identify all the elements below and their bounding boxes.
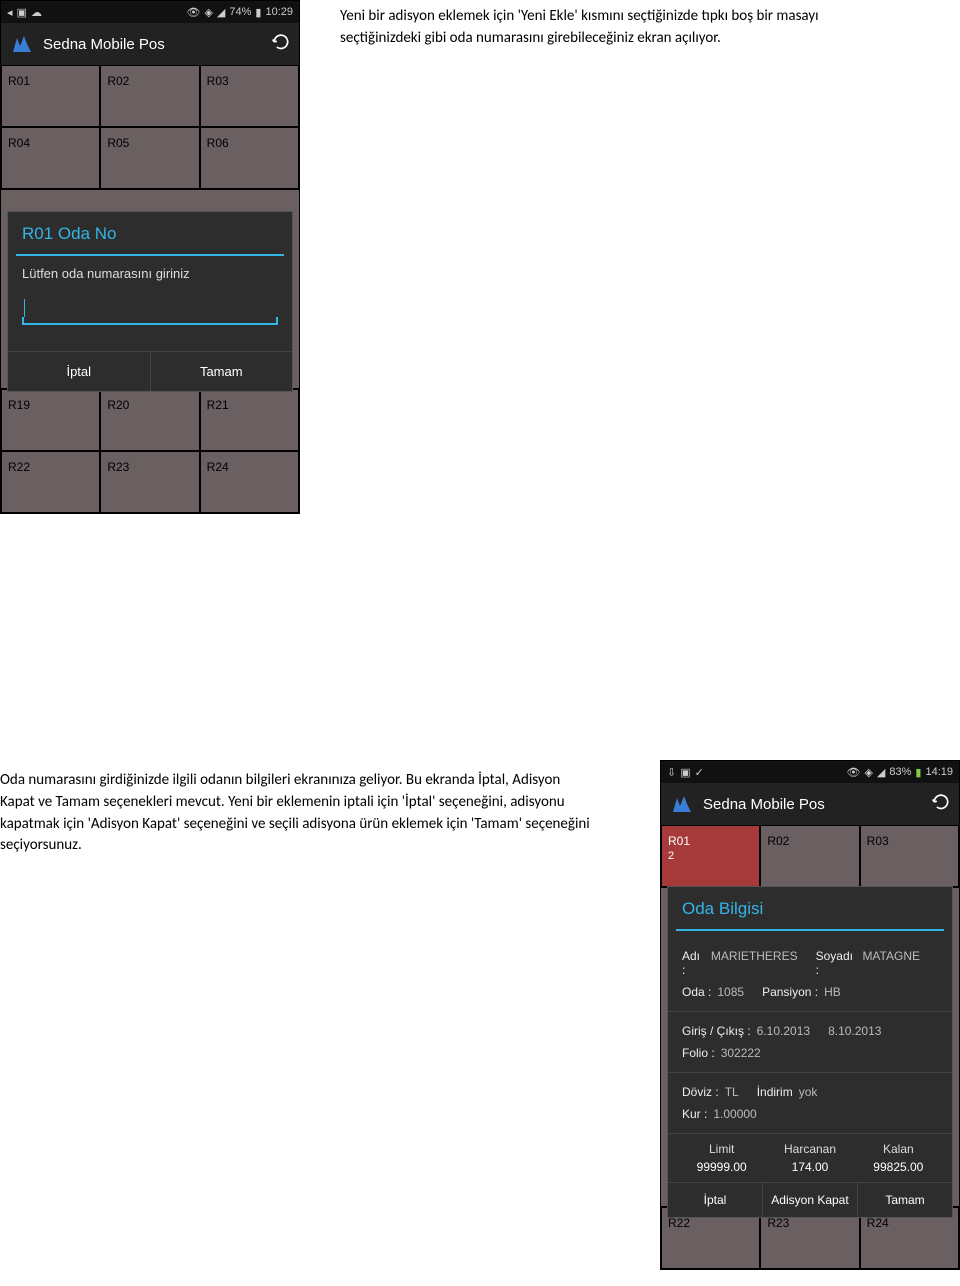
remain-label: Kalan bbox=[873, 1142, 923, 1156]
limit-label: Limit bbox=[697, 1142, 747, 1156]
eye-icon: 👁 bbox=[846, 766, 860, 779]
folio-value: 302222 bbox=[721, 1046, 761, 1060]
name-value: MARIETHERES bbox=[711, 949, 798, 977]
board-value: HB bbox=[824, 985, 841, 999]
folio-label: Folio : bbox=[682, 1046, 715, 1060]
rate-value: 1.00000 bbox=[713, 1107, 756, 1121]
screenshot-oda-bilgisi: ⇩ ▣ ✓ 👁 ◈ ◢ 83% ▮ 14:19 Sedna Mobile Pos… bbox=[660, 760, 960, 1270]
surname-label: Soyadı : bbox=[816, 949, 857, 977]
signal-icon: ◢ bbox=[217, 6, 225, 19]
remain-value: 99825.00 bbox=[873, 1160, 923, 1174]
dialog-divider bbox=[676, 929, 944, 931]
signal-icon: ◢ bbox=[877, 766, 885, 779]
room-count: 2 bbox=[668, 850, 674, 862]
room-cell[interactable]: R22 bbox=[2, 452, 99, 512]
room-cell[interactable]: R02 bbox=[761, 826, 858, 886]
app-header: Sedna Mobile Pos bbox=[661, 783, 959, 825]
battery-percent: 83% bbox=[889, 766, 911, 778]
oda-no-input[interactable] bbox=[22, 299, 278, 325]
room-value: 1085 bbox=[717, 985, 744, 999]
app-logo-icon bbox=[9, 31, 35, 57]
iptal-button[interactable]: İptal bbox=[8, 352, 150, 391]
room-cell[interactable]: R05 bbox=[101, 128, 198, 188]
app-title: Sedna Mobile Pos bbox=[703, 796, 825, 813]
refresh-icon[interactable] bbox=[271, 32, 291, 57]
adisyon-kapat-button[interactable]: Adisyon Kapat bbox=[762, 1183, 857, 1217]
wifi-icon: ◈ bbox=[204, 6, 212, 19]
room-cell[interactable]: R03 bbox=[201, 66, 298, 126]
oda-bilgisi-dialog: Oda Bilgisi Adı : MARIETHERES Soyadı : M… bbox=[667, 886, 953, 1218]
battery-icon: ▮ bbox=[255, 6, 261, 19]
app-title: Sedna Mobile Pos bbox=[43, 36, 165, 53]
room-cell[interactable]: R01 bbox=[2, 66, 99, 126]
room-cell[interactable]: R24 bbox=[201, 452, 298, 512]
status-time: 10:29 bbox=[265, 6, 293, 18]
room-grid-top: R01 2 R02 R03 bbox=[661, 825, 959, 887]
room-cell[interactable]: R02 bbox=[101, 66, 198, 126]
dialog-subtitle: Lütfen oda numarasını giriniz bbox=[8, 266, 292, 299]
spent-value: 174.00 bbox=[784, 1160, 836, 1174]
tamam-button[interactable]: Tamam bbox=[150, 352, 293, 391]
discount-label: İndirim bbox=[757, 1085, 793, 1099]
name-label: Adı : bbox=[682, 949, 705, 977]
image-icon: ▣ bbox=[17, 6, 27, 19]
inout-label: Giriş / Çıkış : bbox=[682, 1024, 751, 1038]
chat-icon: ☁ bbox=[31, 6, 42, 19]
currency-label: Döviz : bbox=[682, 1085, 719, 1099]
room-cell[interactable]: R01 2 bbox=[662, 826, 759, 886]
wifi-icon: ◈ bbox=[864, 766, 872, 779]
board-label: Pansiyon : bbox=[762, 985, 818, 999]
refresh-icon[interactable] bbox=[931, 792, 951, 817]
spent-label: Harcanan bbox=[784, 1142, 836, 1156]
checkin-value: 6.10.2013 bbox=[757, 1024, 810, 1038]
instruction-paragraph-2: Oda numarasını girdiğinizde ilgili odanı… bbox=[0, 770, 590, 857]
room-label: Oda : bbox=[682, 985, 711, 999]
screenshot-oda-no: ◂ ▣ ☁ 👁 ◈ ◢ 74% ▮ 10:29 Sedna Mobile Pos… bbox=[0, 0, 300, 514]
image-icon: ▣ bbox=[680, 766, 690, 779]
iptal-button[interactable]: İptal bbox=[668, 1183, 762, 1217]
surname-value: MATAGNE bbox=[862, 949, 920, 977]
room-cell[interactable]: R23 bbox=[101, 452, 198, 512]
battery-percent: 74% bbox=[229, 6, 251, 18]
battery-icon: ▮ bbox=[915, 766, 921, 779]
app-header: Sedna Mobile Pos bbox=[1, 23, 299, 65]
check-icon: ✓ bbox=[695, 766, 704, 779]
room-cell[interactable]: R06 bbox=[201, 128, 298, 188]
status-bar: ⇩ ▣ ✓ 👁 ◈ ◢ 83% ▮ 14:19 bbox=[661, 761, 959, 783]
tamam-button[interactable]: Tamam bbox=[857, 1183, 952, 1217]
status-bar: ◂ ▣ ☁ 👁 ◈ ◢ 74% ▮ 10:29 bbox=[1, 1, 299, 23]
room-grid-top: R01 R02 R03 R04 R05 R06 bbox=[1, 65, 299, 189]
room-cell[interactable]: R04 bbox=[2, 128, 99, 188]
dialog-divider bbox=[16, 254, 284, 256]
limit-value: 99999.00 bbox=[697, 1160, 747, 1174]
app-logo-icon bbox=[669, 791, 695, 817]
dialog-title: R01 Oda No bbox=[8, 212, 292, 254]
nav-icon: ◂ bbox=[7, 6, 13, 19]
dialog-title: Oda Bilgisi bbox=[668, 887, 952, 929]
eye-icon: 👁 bbox=[186, 6, 200, 19]
room-grid-bottom: R19 R20 R21 R22 R23 R24 bbox=[1, 389, 299, 513]
room-cell[interactable]: R19 bbox=[2, 390, 99, 450]
checkout-value: 8.10.2013 bbox=[828, 1024, 881, 1038]
room-cell[interactable]: R03 bbox=[861, 826, 958, 886]
status-time: 14:19 bbox=[925, 766, 953, 778]
room-cell[interactable]: R20 bbox=[101, 390, 198, 450]
dropbox-icon: ⇩ bbox=[667, 766, 676, 779]
rate-label: Kur : bbox=[682, 1107, 707, 1121]
oda-no-dialog: R01 Oda No Lütfen oda numarasını giriniz… bbox=[7, 211, 293, 392]
room-label: R01 bbox=[668, 834, 690, 848]
room-cell[interactable]: R21 bbox=[201, 390, 298, 450]
currency-value: TL bbox=[725, 1085, 739, 1099]
instruction-paragraph-1: Yeni bir adisyon eklemek için 'Yeni Ekle… bbox=[340, 6, 900, 50]
discount-value: yok bbox=[799, 1085, 818, 1099]
